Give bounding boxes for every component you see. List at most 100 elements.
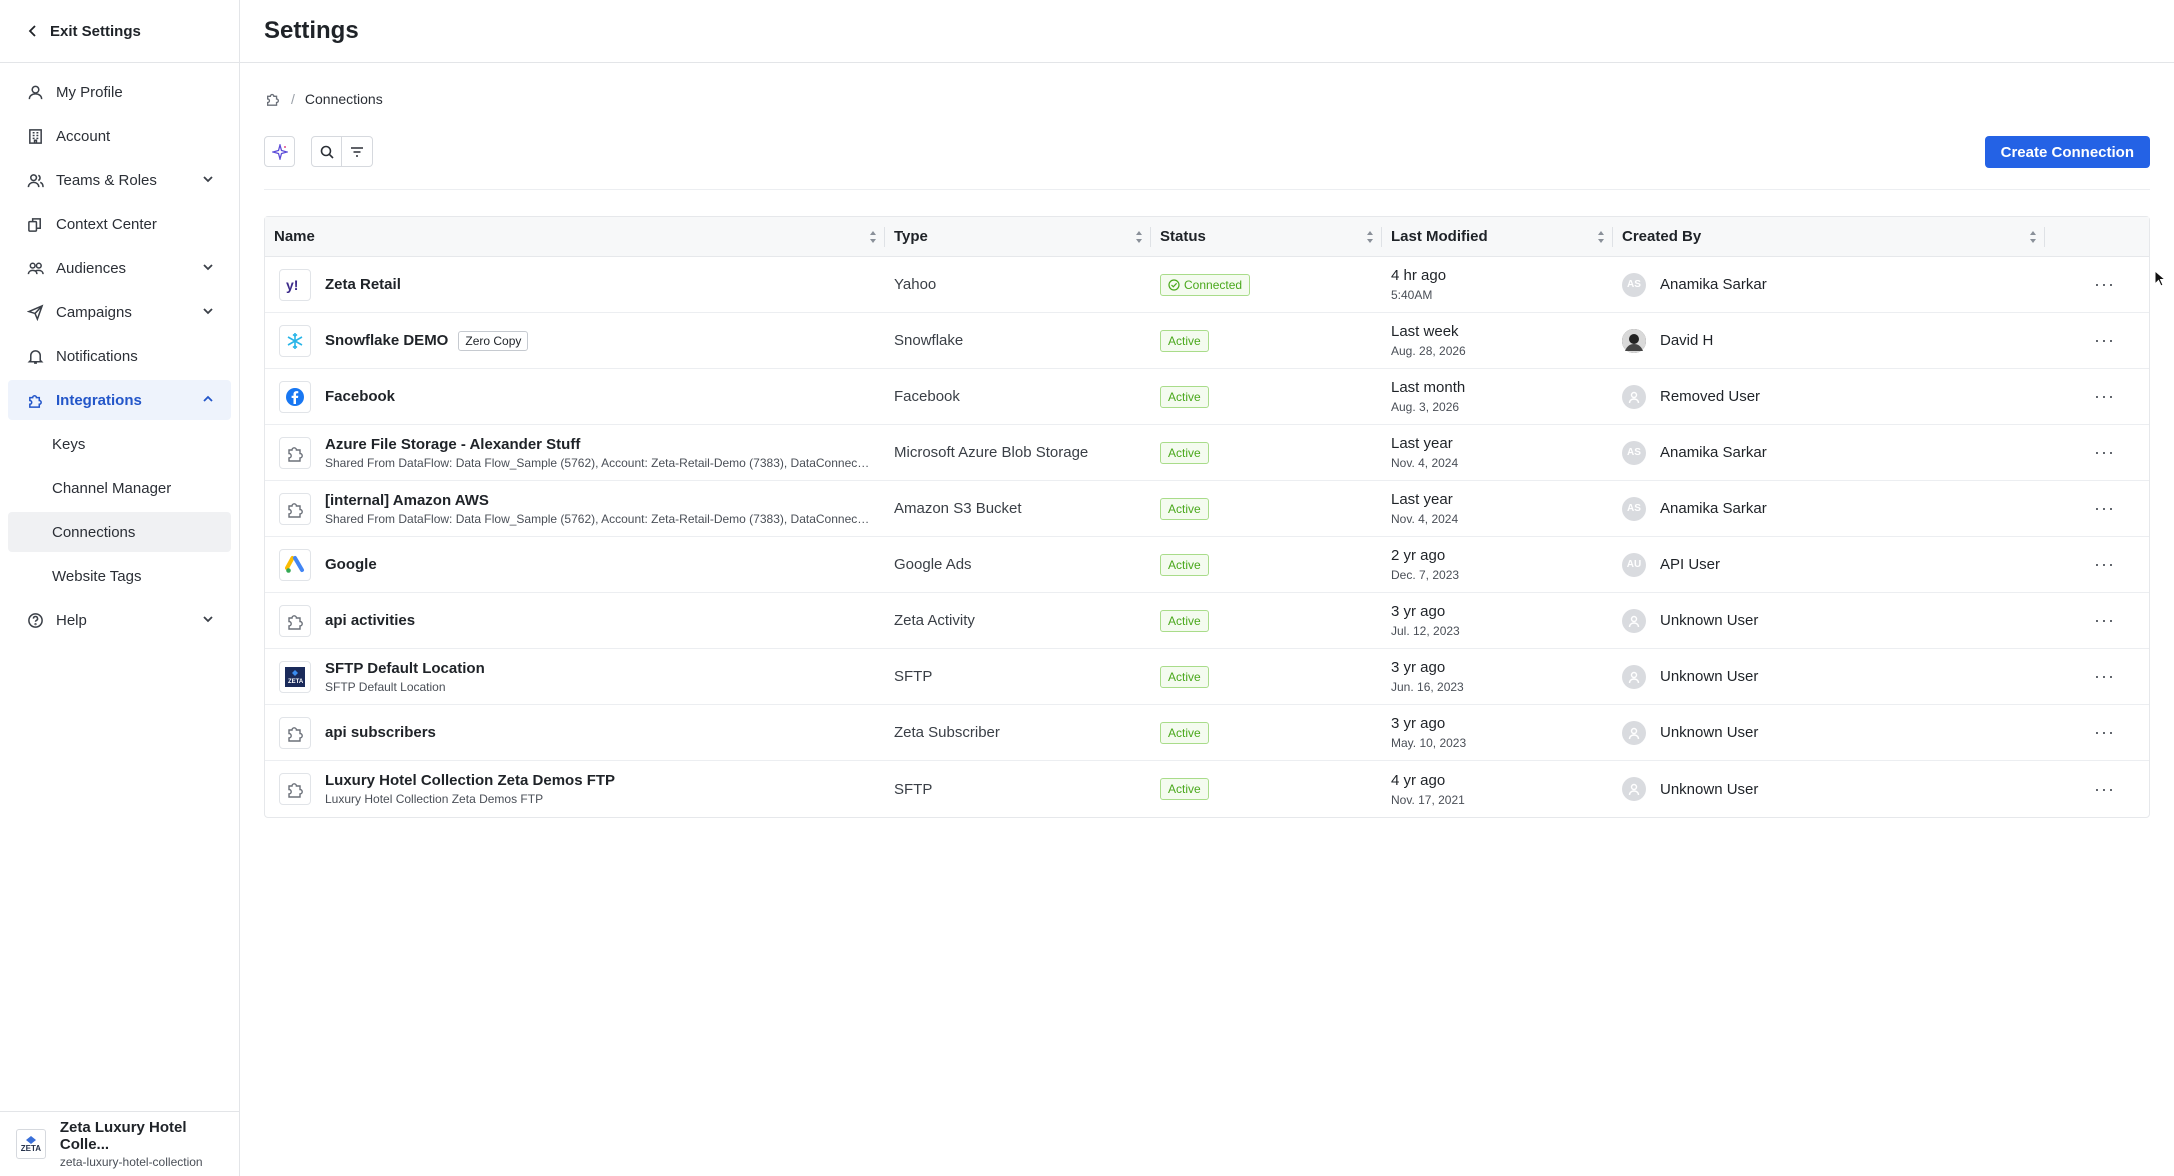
connection-name[interactable]: Azure File Storage - Alexander Stuff (325, 436, 580, 453)
team-icon (26, 171, 44, 189)
name-cell: Facebook (265, 369, 885, 425)
sidebar-item-notifications[interactable]: Notifications (8, 336, 231, 376)
column-header-label: Status (1160, 228, 1206, 245)
status-text: Active (1168, 445, 1201, 460)
sidebar-subitem-connections[interactable]: Connections (8, 512, 231, 552)
modified-date: Aug. 28, 2026 (1391, 344, 1466, 358)
table-row[interactable]: Facebook Facebook Active Last month Aug. 3, … (265, 369, 2149, 425)
more-options-icon[interactable]: ··· (2054, 722, 2115, 743)
status-text: Active (1168, 557, 1201, 572)
column-header-name[interactable]: Name (265, 217, 885, 257)
sort-icon[interactable] (869, 230, 877, 244)
table-row[interactable]: y! Zeta Retail Yahoo Connected 4 hr ago 5:40A… (265, 257, 2149, 313)
table-row[interactable]: Google Google Ads Active 2 yr ago Dec. 7, 20… (265, 537, 2149, 593)
created-by-cell: Unknown User (1613, 593, 2045, 649)
table-row[interactable]: Snowflake DEMO Zero Copy Snowflake Active La… (265, 313, 2149, 369)
sidebar-item-my-profile[interactable]: My Profile (8, 72, 231, 112)
table-row[interactable]: Luxury Hotel Collection Zeta Demos FTP Lu… (265, 761, 2149, 817)
modified-date: Aug. 3, 2026 (1391, 400, 1460, 414)
sidebar-item-account[interactable]: Account (8, 116, 231, 156)
zero-copy-tag: Zero Copy (458, 330, 529, 351)
type-cell: Zeta Activity (885, 593, 1151, 649)
modified-relative: Last year (1391, 491, 1453, 508)
sidebar-item-label: My Profile (56, 83, 123, 101)
more-options-icon[interactable]: ··· (2054, 442, 2115, 463)
table-row[interactable]: Azure File Storage - Alexander Stuff Shar… (265, 425, 2149, 481)
sidebar-item-campaigns[interactable]: Campaigns (8, 292, 231, 332)
sidebar-item-help[interactable]: Help (8, 600, 231, 640)
more-options-icon[interactable]: ··· (2054, 274, 2115, 295)
sidebar-item-integrations[interactable]: Integrations (8, 380, 231, 420)
search-button[interactable] (311, 136, 342, 167)
puzzle-icon[interactable] (265, 91, 281, 107)
created-by-name: Removed User (1660, 388, 1761, 405)
modified-relative: Last week (1391, 323, 1459, 340)
sort-icon[interactable] (1597, 230, 1605, 244)
sidebar-item-label: Account (56, 127, 111, 145)
connection-name[interactable]: Luxury Hotel Collection Zeta Demos FTP (325, 772, 615, 789)
modified-date: Dec. 7, 2023 (1391, 568, 1460, 582)
table-body: y! Zeta Retail Yahoo Connected 4 hr ago 5:40A… (265, 257, 2149, 817)
column-header-last-modified[interactable]: Last Modified (1382, 217, 1613, 257)
sidebar-item-audiences[interactable]: Audiences (8, 248, 231, 288)
modified-cell: Last year Nov. 4, 2024 (1382, 425, 1613, 481)
send-icon (26, 303, 44, 321)
type-cell: Snowflake (885, 313, 1151, 369)
status-badge: Active (1160, 497, 1209, 520)
more-options-icon[interactable]: ··· (2054, 554, 2115, 575)
more-options-icon[interactable]: ··· (2054, 779, 2115, 800)
name-cell: Luxury Hotel Collection Zeta Demos FTP Lu… (265, 761, 885, 817)
org-switcher[interactable]: ZETA Zeta Luxury Hotel Colle... zeta-lux… (0, 1111, 239, 1176)
settings-sidebar: Exit Settings My Profile Account Teams &… (0, 0, 240, 1176)
modified-date: May. 10, 2023 (1391, 736, 1467, 750)
table-row[interactable]: api subscribers Zeta Subscriber Active 3 yr… (265, 705, 2149, 761)
sort-icon[interactable] (2029, 230, 2037, 244)
table-row[interactable]: api activities Zeta Activity Active 3 yr ag… (265, 593, 2149, 649)
connection-name[interactable]: Snowflake DEMO (325, 332, 448, 349)
create-connection-button[interactable]: Create Connection (1984, 136, 2150, 168)
puzzle-icon (26, 391, 44, 409)
more-options-icon[interactable]: ··· (2054, 498, 2115, 519)
more-options-icon[interactable]: ··· (2054, 386, 2115, 407)
status-badge: Active (1160, 329, 1209, 352)
modified-cell: 3 yr ago Jun. 16, 2023 (1382, 649, 1613, 705)
sidebar-subitem-website-tags[interactable]: Website Tags (8, 556, 231, 596)
filter-icon (351, 146, 363, 157)
sidebar-item-teams-roles[interactable]: Teams & Roles (8, 160, 231, 200)
sidebar-item-context-center[interactable]: Context Center (8, 204, 231, 244)
sidebar-subitem-label: Keys (52, 435, 86, 453)
table-row[interactable]: [internal] Amazon AWS Shared From DataFlo… (265, 481, 2149, 537)
sidebar-subitem-keys[interactable]: Keys (8, 424, 231, 464)
connection-name[interactable]: Google (325, 556, 377, 573)
exit-settings-button[interactable]: Exit Settings (0, 0, 239, 63)
column-header-type[interactable]: Type (885, 217, 1151, 257)
created-by-name: Anamika Sarkar (1660, 444, 1767, 461)
connection-subtitle: SFTP Default Location (325, 679, 446, 694)
connection-name[interactable]: Facebook (325, 388, 395, 405)
table-row[interactable]: ZETA SFTP Default Location SFTP Default Lo… (265, 649, 2149, 705)
more-options-icon[interactable]: ··· (2054, 330, 2115, 351)
puzzle-icon (279, 436, 311, 469)
column-header-status[interactable]: Status (1151, 217, 1382, 257)
user-avatar (1622, 777, 1646, 801)
connection-name[interactable]: api activities (325, 612, 415, 629)
more-options-icon[interactable]: ··· (2054, 666, 2115, 687)
sidebar-subitem-channel-manager[interactable]: Channel Manager (8, 468, 231, 508)
ai-assist-button[interactable] (264, 136, 295, 167)
column-header-created-by[interactable]: Created By (1613, 217, 2045, 257)
modified-cell: Last year Nov. 4, 2024 (1382, 481, 1613, 537)
puzzle-icon (279, 492, 311, 525)
connection-name[interactable]: [internal] Amazon AWS (325, 492, 489, 509)
more-options-icon[interactable]: ··· (2054, 610, 2115, 631)
connection-name[interactable]: SFTP Default Location (325, 660, 485, 677)
sort-icon[interactable] (1135, 230, 1143, 244)
filter-button[interactable] (342, 136, 373, 167)
actions-cell: ··· (2045, 705, 2149, 761)
user-avatar: AS (1622, 272, 1646, 297)
name-cell: api subscribers (265, 705, 885, 761)
connection-name[interactable]: Zeta Retail (325, 276, 401, 293)
sort-icon[interactable] (1366, 230, 1374, 244)
modified-relative: Last month (1391, 379, 1466, 396)
sidebar-item-label: Notifications (56, 347, 138, 365)
connection-name[interactable]: api subscribers (325, 724, 436, 741)
